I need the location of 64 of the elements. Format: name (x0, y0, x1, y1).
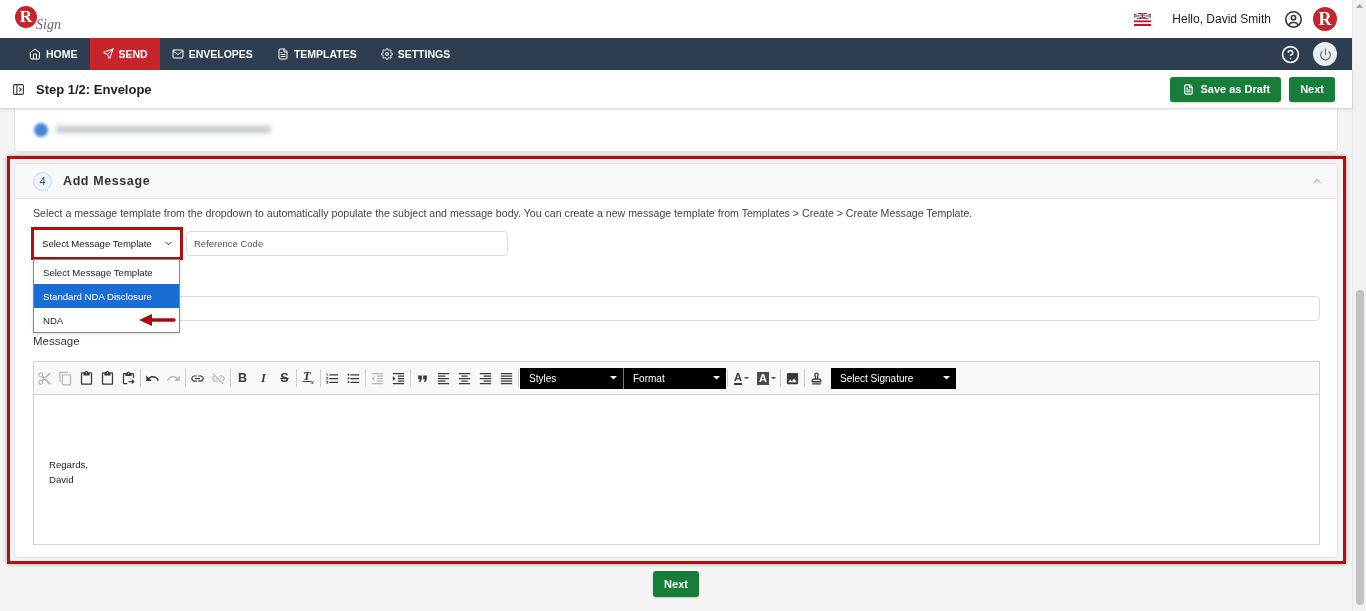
paper-plane-icon (101, 48, 114, 60)
dropdown-option[interactable]: Standard NDA Disclosure (34, 284, 179, 308)
outdent-icon (370, 370, 385, 386)
nav-item[interactable]: SEND (89, 38, 160, 70)
section-description: Select a message template from the dropdown to automatically populate the subject and message body. You can create a new message template from Templates > Create > Create Message Template. (33, 206, 974, 221)
clipboard-outline-icon (100, 370, 115, 386)
power-button[interactable] (1313, 42, 1337, 66)
justify-icon (499, 370, 514, 386)
dropdown-option[interactable]: Select Message Template (34, 260, 179, 284)
section-header[interactable]: 4 Add Message (15, 164, 1337, 199)
scrollbar[interactable] (1352, 0, 1366, 611)
nav-item[interactable]: TEMPLATES (264, 38, 369, 70)
user-greeting: Hello, David Smith (1172, 12, 1271, 26)
document-icon (276, 48, 289, 60)
clear-format-button[interactable]: T$_{x}$ (298, 367, 319, 389)
save-draft-button[interactable]: Save as Draft (1170, 76, 1282, 102)
document-icon (1183, 83, 1195, 95)
caret-icon (943, 376, 950, 380)
nav-item[interactable]: ENVELOPES (159, 38, 265, 70)
checkbox-icon (34, 122, 48, 137)
align-right-icon (478, 370, 493, 386)
copy-icon (58, 370, 73, 386)
image-icon (785, 370, 800, 386)
user-icon[interactable] (1285, 10, 1302, 28)
nav-item[interactable]: SETTINGS (368, 38, 463, 70)
align-center-icon (457, 370, 472, 386)
flag-icon[interactable] (1134, 12, 1152, 26)
envelope-icon (171, 48, 184, 60)
dropdown-combo[interactable]: Select Signature (831, 367, 956, 389)
nav-item[interactable]: HOME (17, 38, 90, 70)
text-color-button[interactable]: A (729, 367, 754, 389)
gear-icon (380, 48, 393, 60)
help-icon[interactable] (1281, 44, 1300, 64)
dropdown-option[interactable]: NDA (34, 308, 179, 332)
dropdown-combo[interactable]: Format (623, 367, 726, 389)
caret-icon (770, 376, 776, 380)
field-label: Message (33, 334, 81, 349)
unlink-icon (211, 370, 226, 386)
indent-icon (391, 370, 406, 386)
avatar[interactable]: R (1313, 7, 1337, 31)
align-left-icon (436, 370, 451, 386)
italic-button[interactable]: I (253, 367, 274, 389)
scissors-icon (37, 370, 52, 386)
step-number: 4 (33, 171, 52, 191)
scrollbar-thumb[interactable] (1355, 290, 1364, 605)
next-button[interactable]: Next (1289, 76, 1335, 102)
step-title: Step 1/2: Envelope (36, 81, 152, 97)
section-title: Add Message (63, 174, 151, 188)
power-icon (1318, 47, 1332, 61)
logo[interactable]: R Sign (15, 6, 61, 32)
house-icon (29, 48, 41, 60)
caret-icon (743, 376, 749, 380)
bold-button[interactable]: B (232, 367, 253, 389)
caret-icon (610, 376, 617, 380)
stamp-icon (810, 371, 823, 385)
next-button[interactable]: Next (653, 571, 699, 597)
dropdown-combo[interactable]: Styles (520, 367, 623, 389)
strikethrough-button[interactable]: S (274, 367, 295, 389)
clipboard-arrow-icon (121, 370, 136, 386)
reference-code-field[interactable]: Reference Code (186, 231, 508, 256)
clipboard-icon (79, 370, 94, 386)
background-color-button[interactable]: A (754, 367, 779, 389)
caret-icon (713, 376, 720, 380)
panel-toggle-icon[interactable] (12, 82, 25, 96)
